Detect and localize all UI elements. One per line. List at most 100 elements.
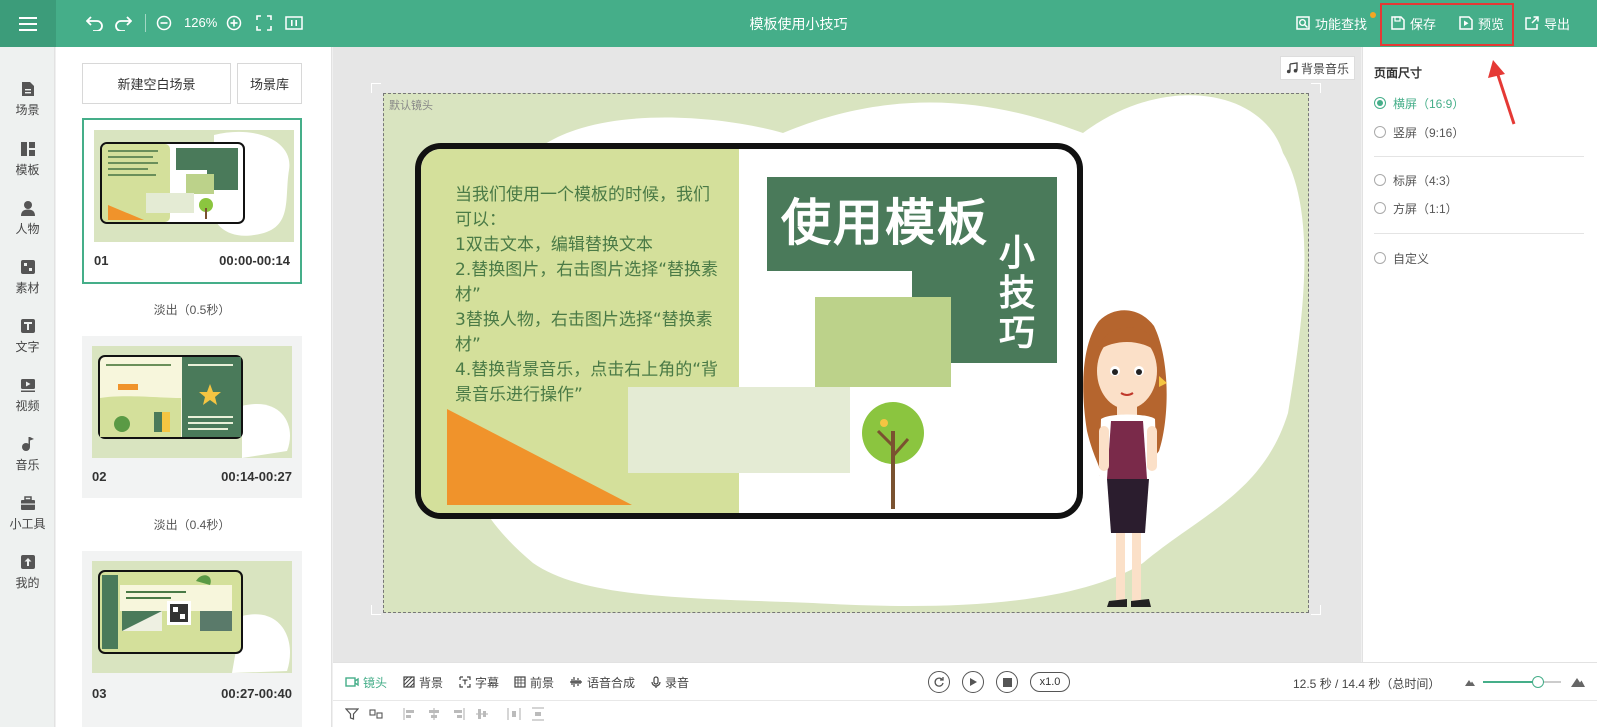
timeline-zoom-slider[interactable] [1483,676,1561,688]
align-center-icon[interactable] [427,707,441,721]
frame-corner [1311,605,1321,615]
zoom-out-mountain-icon[interactable] [1465,678,1475,686]
fullscreen-button[interactable] [253,12,275,34]
zoom-in-mountain-icon[interactable] [1571,676,1585,687]
option-label: 方屏（1:1） [1393,201,1458,216]
material-icon [20,259,36,275]
frame-corner [371,605,381,615]
background-music-label: 背景音乐 [1300,61,1349,76]
option-label: 竖屏（9:16） [1393,125,1465,140]
nav-label: 场景 [15,102,40,117]
document-title[interactable]: 模板使用小技巧 [700,14,897,34]
scene-library-button[interactable]: 场景库 [237,63,302,104]
page-size-title: 页面尺寸 [1374,66,1423,80]
music-note-icon [1286,62,1298,74]
divider [1374,156,1584,157]
scene-thumbnail [92,561,292,673]
actual-size-button[interactable] [283,12,305,34]
scene-card-01[interactable]: 01 00:00-00:14 [82,118,302,284]
nav-item-video[interactable]: 视频 [0,369,55,421]
group-icon[interactable] [369,707,383,721]
menu-button[interactable] [0,0,56,47]
align-right-icon[interactable] [451,707,465,721]
scene-card-03[interactable]: 03 00:27-00:40 [82,551,302,727]
search-icon [1296,16,1310,30]
scene-transition[interactable]: 淡出（0.4秒） [82,516,302,533]
filter-icon[interactable] [345,707,359,721]
export-label: 导出 [1544,16,1571,32]
nav-item-mine[interactable]: 我的 [0,546,55,598]
zoom-out-button[interactable] [153,12,175,34]
scene-transition[interactable]: 淡出（0.5秒） [82,301,302,318]
export-icon [1525,16,1539,30]
scene-number: 01 [94,253,109,268]
zoom-slider-fill [1483,681,1538,683]
distribute-horizontal-icon[interactable] [507,707,521,721]
align-left-icon[interactable] [403,707,417,721]
upload-icon [20,554,36,570]
replay-button[interactable] [928,671,950,693]
scene-time-range: 00:27-00:40 [221,686,292,701]
nav-item-scene[interactable]: 场景 [0,73,55,125]
option-custom[interactable]: 自定义 [1374,249,1429,267]
zoom-slider-knob[interactable] [1532,676,1544,688]
zoom-level: 126% [184,15,218,30]
text-icon [20,318,36,334]
nav-item-text[interactable]: 文字 [0,310,55,362]
nav-item-material[interactable]: 素材 [0,251,55,303]
properties-panel: 页面尺寸 横屏（16:9） 竖屏（9:16） 标屏（4:3） 方屏（1:1） 自… [1362,47,1597,727]
nav-item-person[interactable]: 人物 [0,192,55,244]
align-middle-icon[interactable] [475,707,489,721]
fullscreen-icon [256,15,272,31]
option-square[interactable]: 方屏（1:1） [1374,199,1458,217]
nav-item-music[interactable]: 音乐 [0,428,55,480]
tab-record[interactable]: 录音 [651,673,689,691]
tab-speech-synthesis[interactable]: 语音合成 [569,673,635,691]
distribute-vertical-icon[interactable] [531,707,545,721]
zoom-out-icon [156,15,172,31]
person-icon [20,200,36,216]
divider [1374,233,1584,234]
stop-button[interactable] [996,671,1018,693]
tab-subtitle[interactable]: 字幕 [459,673,499,691]
tab-background[interactable]: 背景 [403,673,443,691]
camera-frame[interactable] [383,93,1309,613]
tab-label: 字幕 [475,675,500,690]
tab-label: 背景 [419,675,444,690]
undo-icon [86,16,103,31]
tab-camera[interactable]: 镜头 [345,673,387,691]
scene-number: 03 [92,686,107,701]
radio-button-checked[interactable] [1374,97,1386,109]
radio-button[interactable] [1374,202,1386,214]
tab-foreground[interactable]: 前景 [514,673,554,691]
radio-button[interactable] [1374,174,1386,186]
radio-button[interactable] [1374,126,1386,138]
undo-button[interactable] [84,12,106,34]
option-landscape[interactable]: 横屏（16:9） [1374,94,1464,112]
nav-item-toolbox[interactable]: 小工具 [0,487,55,539]
export-button[interactable]: 导出 [1525,13,1570,33]
canvas-area: 背景音乐 当我们使用一个模板的时候，我们 可以： 1双击文本，编辑替换文本 2.… [333,47,1361,662]
nav-label: 视频 [15,398,40,413]
play-button[interactable] [962,671,984,693]
replay-icon [934,677,944,687]
option-label: 横屏（16:9） [1393,96,1465,111]
notification-dot [1370,12,1376,18]
radio-button[interactable] [1374,252,1386,264]
red-arrow-annotation [1488,60,1516,125]
playback-speed-button[interactable]: x1.0 [1030,672,1070,692]
redo-button[interactable] [112,12,134,34]
timeline-toolbar: 镜头 背景 字幕 前景 语音合成 录音 x1.0 12.5 秒 / 14.4 秒… [333,662,1597,700]
background-music-button[interactable]: 背景音乐 [1280,56,1355,80]
redo-icon [115,16,132,31]
nav-item-template[interactable]: 模板 [0,133,55,185]
feature-search-button[interactable]: 功能查找 [1296,13,1367,33]
toolbox-icon [20,495,36,511]
scene-card-02[interactable]: 02 00:14-00:27 [82,336,302,498]
scene-thumbnail [92,346,292,458]
microphone-icon [651,675,661,688]
zoom-in-button[interactable] [223,12,245,34]
new-blank-scene-button[interactable]: 新建空白场景 [82,63,231,104]
option-portrait[interactable]: 竖屏（9:16） [1374,123,1464,141]
option-standard[interactable]: 标屏（4:3） [1374,171,1458,189]
